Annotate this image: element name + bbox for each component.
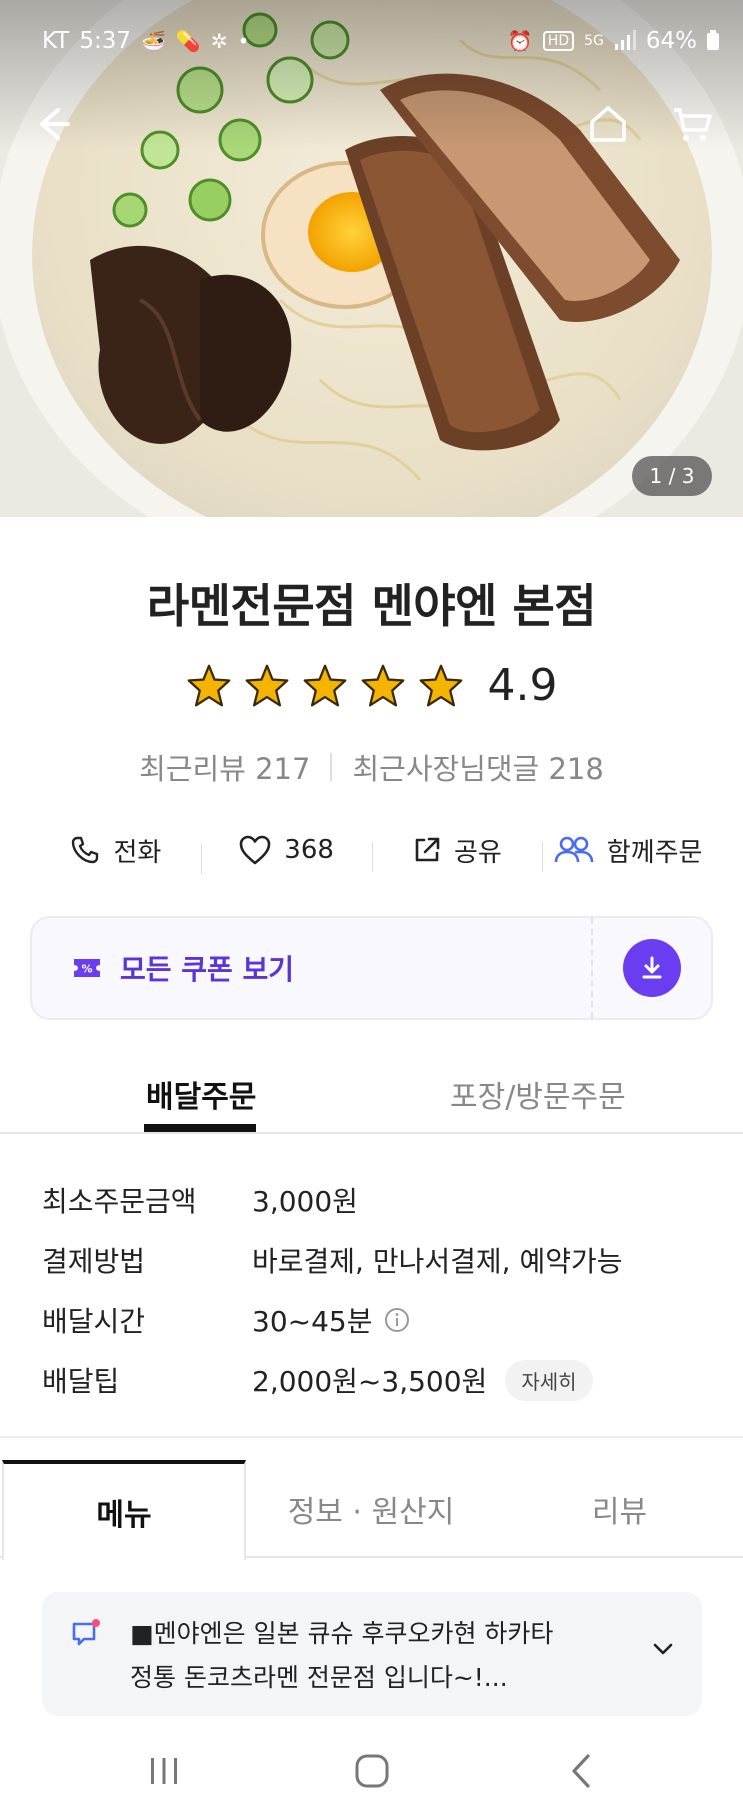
rating-row: 4.9 <box>0 660 743 711</box>
heart-icon <box>239 835 271 865</box>
home-button[interactable] <box>580 96 636 152</box>
store-actions: 전화 368 공유 함께주문 <box>30 822 713 878</box>
content-tabs: 메뉴 정보 · 원산지 리뷰 <box>0 1460 743 1560</box>
recent-reviews-link[interactable]: 최근리뷰 217 <box>139 746 310 788</box>
info-value: 3,000원 <box>252 1185 358 1218</box>
star-icon <box>245 664 288 706</box>
network-notification-icon: ✲ <box>210 29 228 53</box>
download-circle <box>623 939 681 997</box>
like-count: 368 <box>284 835 334 865</box>
all-coupons-button[interactable]: % 모든 쿠폰 보기 <box>32 918 593 1018</box>
recent-apps-button[interactable] <box>134 1744 194 1798</box>
review-counts: 최근리뷰 217 최근사장님댓글 218 <box>0 746 743 788</box>
tab-delivery-order[interactable]: 배달주문 <box>146 1072 256 1116</box>
call-label: 전화 <box>113 837 162 868</box>
star-rating <box>186 663 464 709</box>
info-row-delivery-time: 배달시간 30~45분 <box>42 1290 702 1350</box>
group-order-label: 함께주문 <box>606 837 703 868</box>
info-label: 배달팁 <box>42 1365 120 1398</box>
coupon-download-button[interactable] <box>593 918 711 1018</box>
hero-image-area[interactable]: KT 5:37 🍜 💊 ✲ • ⏰ HD 5G 64% 1 / 3 <box>0 0 743 517</box>
coupon-banner: % 모든 쿠폰 보기 <box>30 916 713 1020</box>
pill-notification-icon: 💊 <box>175 29 201 53</box>
store-notice[interactable]: ■멘야엔은 일본 큐슈 후쿠오카현 하카타 정통 돈코츠라멘 전문점 입니다~!… <box>42 1592 702 1716</box>
tab-info-origin[interactable]: 정보 · 원산지 <box>246 1460 496 1558</box>
carrier-label: KT <box>42 28 70 54</box>
info-label: 배달시간 <box>42 1305 146 1338</box>
svg-text:%: % <box>81 963 92 976</box>
info-value: 2,000원~3,500원 <box>252 1365 488 1398</box>
rating-value: 4.9 <box>487 660 558 711</box>
notice-line-2: 정통 돈코츠라멘 전문점 입니다~!... <box>130 1663 508 1692</box>
divider <box>330 753 333 781</box>
battery-label: 64% <box>645 28 697 54</box>
section-divider <box>0 1436 743 1438</box>
dot-indicator-icon: • <box>237 29 250 53</box>
star-icon <box>187 664 230 706</box>
coupon-icon: % <box>74 959 100 977</box>
share-button[interactable]: 공유 <box>371 832 543 872</box>
notice-speech-icon <box>72 1619 100 1646</box>
owner-replies-link[interactable]: 최근사장님댓글 218 <box>352 746 603 788</box>
home-nav-button[interactable] <box>342 1744 402 1798</box>
chevron-down-icon[interactable] <box>650 1636 676 1662</box>
tab-review[interactable]: 리뷰 <box>496 1460 743 1558</box>
star-icon <box>303 664 346 706</box>
home-square-icon <box>355 1754 389 1788</box>
info-value-wrap: 2,000원~3,500원 자세히 <box>252 1359 593 1401</box>
info-value: 바로결제, 만나서결제, 예약가능 <box>252 1245 623 1278</box>
active-tab-indicator <box>144 1124 256 1132</box>
alarm-icon: ⏰ <box>507 29 533 53</box>
hd-icon: HD <box>542 31 575 51</box>
home-icon <box>590 106 626 142</box>
share-label: 공유 <box>453 837 502 868</box>
info-row-payment: 결제방법 바로결제, 만나서결제, 예약가능 <box>42 1230 702 1290</box>
image-page-counter: 1 / 3 <box>632 456 712 496</box>
tab-pickup-order[interactable]: 포장/방문주문 <box>450 1072 626 1116</box>
info-row-min-order: 최소주문금액 3,000원 <box>42 1170 702 1230</box>
info-value: 30~45분 <box>252 1305 373 1338</box>
back-button[interactable] <box>24 96 80 152</box>
time-label: 5:37 <box>79 28 132 54</box>
info-circle-icon[interactable] <box>384 1307 410 1333</box>
chevron-left-icon <box>572 1754 590 1788</box>
info-row-delivery-tip: 배달팁 2,000원~3,500원 자세히 <box>42 1350 702 1410</box>
arrow-left-icon <box>40 108 70 140</box>
tip-detail-button[interactable]: 자세히 <box>505 1359 593 1401</box>
star-icon <box>419 664 462 706</box>
battery-icon <box>707 29 719 53</box>
share-icon <box>415 837 440 862</box>
coupon-label: 모든 쿠폰 보기 <box>120 953 295 986</box>
5g-icon: 5G <box>584 33 604 49</box>
group-order-button[interactable]: 함께주문 <box>542 832 713 872</box>
order-type-tabs: 배달주문 포장/방문주문 <box>0 1060 743 1134</box>
info-value-wrap: 30~45분 <box>252 1300 410 1340</box>
like-button[interactable]: 368 <box>200 834 372 874</box>
group-people-icon <box>554 836 594 863</box>
call-button[interactable]: 전화 <box>30 832 201 869</box>
cart-icon <box>674 108 712 141</box>
food-notification-icon: 🍜 <box>141 29 166 53</box>
system-nav-bar <box>0 1726 743 1816</box>
signal-icon <box>614 29 636 53</box>
notice-line-1: ■멘야엔은 일본 큐슈 후쿠오카현 하카타 <box>130 1619 554 1648</box>
phone-icon <box>72 836 99 864</box>
back-nav-button[interactable] <box>552 1744 612 1798</box>
cart-button[interactable] <box>664 96 720 152</box>
info-label: 결제방법 <box>42 1245 146 1278</box>
download-icon <box>642 956 662 979</box>
recent-apps-icon <box>151 1758 177 1784</box>
star-icon <box>361 664 404 706</box>
info-label: 최소주문금액 <box>42 1185 197 1218</box>
tab-menu[interactable]: 메뉴 <box>2 1460 246 1560</box>
notice-text: ■멘야엔은 일본 큐슈 후쿠오카현 하카타 정통 돈코츠라멘 전문점 입니다~!… <box>130 1612 610 1700</box>
delivery-info: 최소주문금액 3,000원 결제방법 바로결제, 만나서결제, 예약가능 배달시… <box>42 1170 702 1410</box>
status-bar: KT 5:37 🍜 💊 ✲ • ⏰ HD 5G 64% <box>0 22 743 62</box>
store-name: 라멘전문점 멘야엔 본점 <box>146 579 597 633</box>
